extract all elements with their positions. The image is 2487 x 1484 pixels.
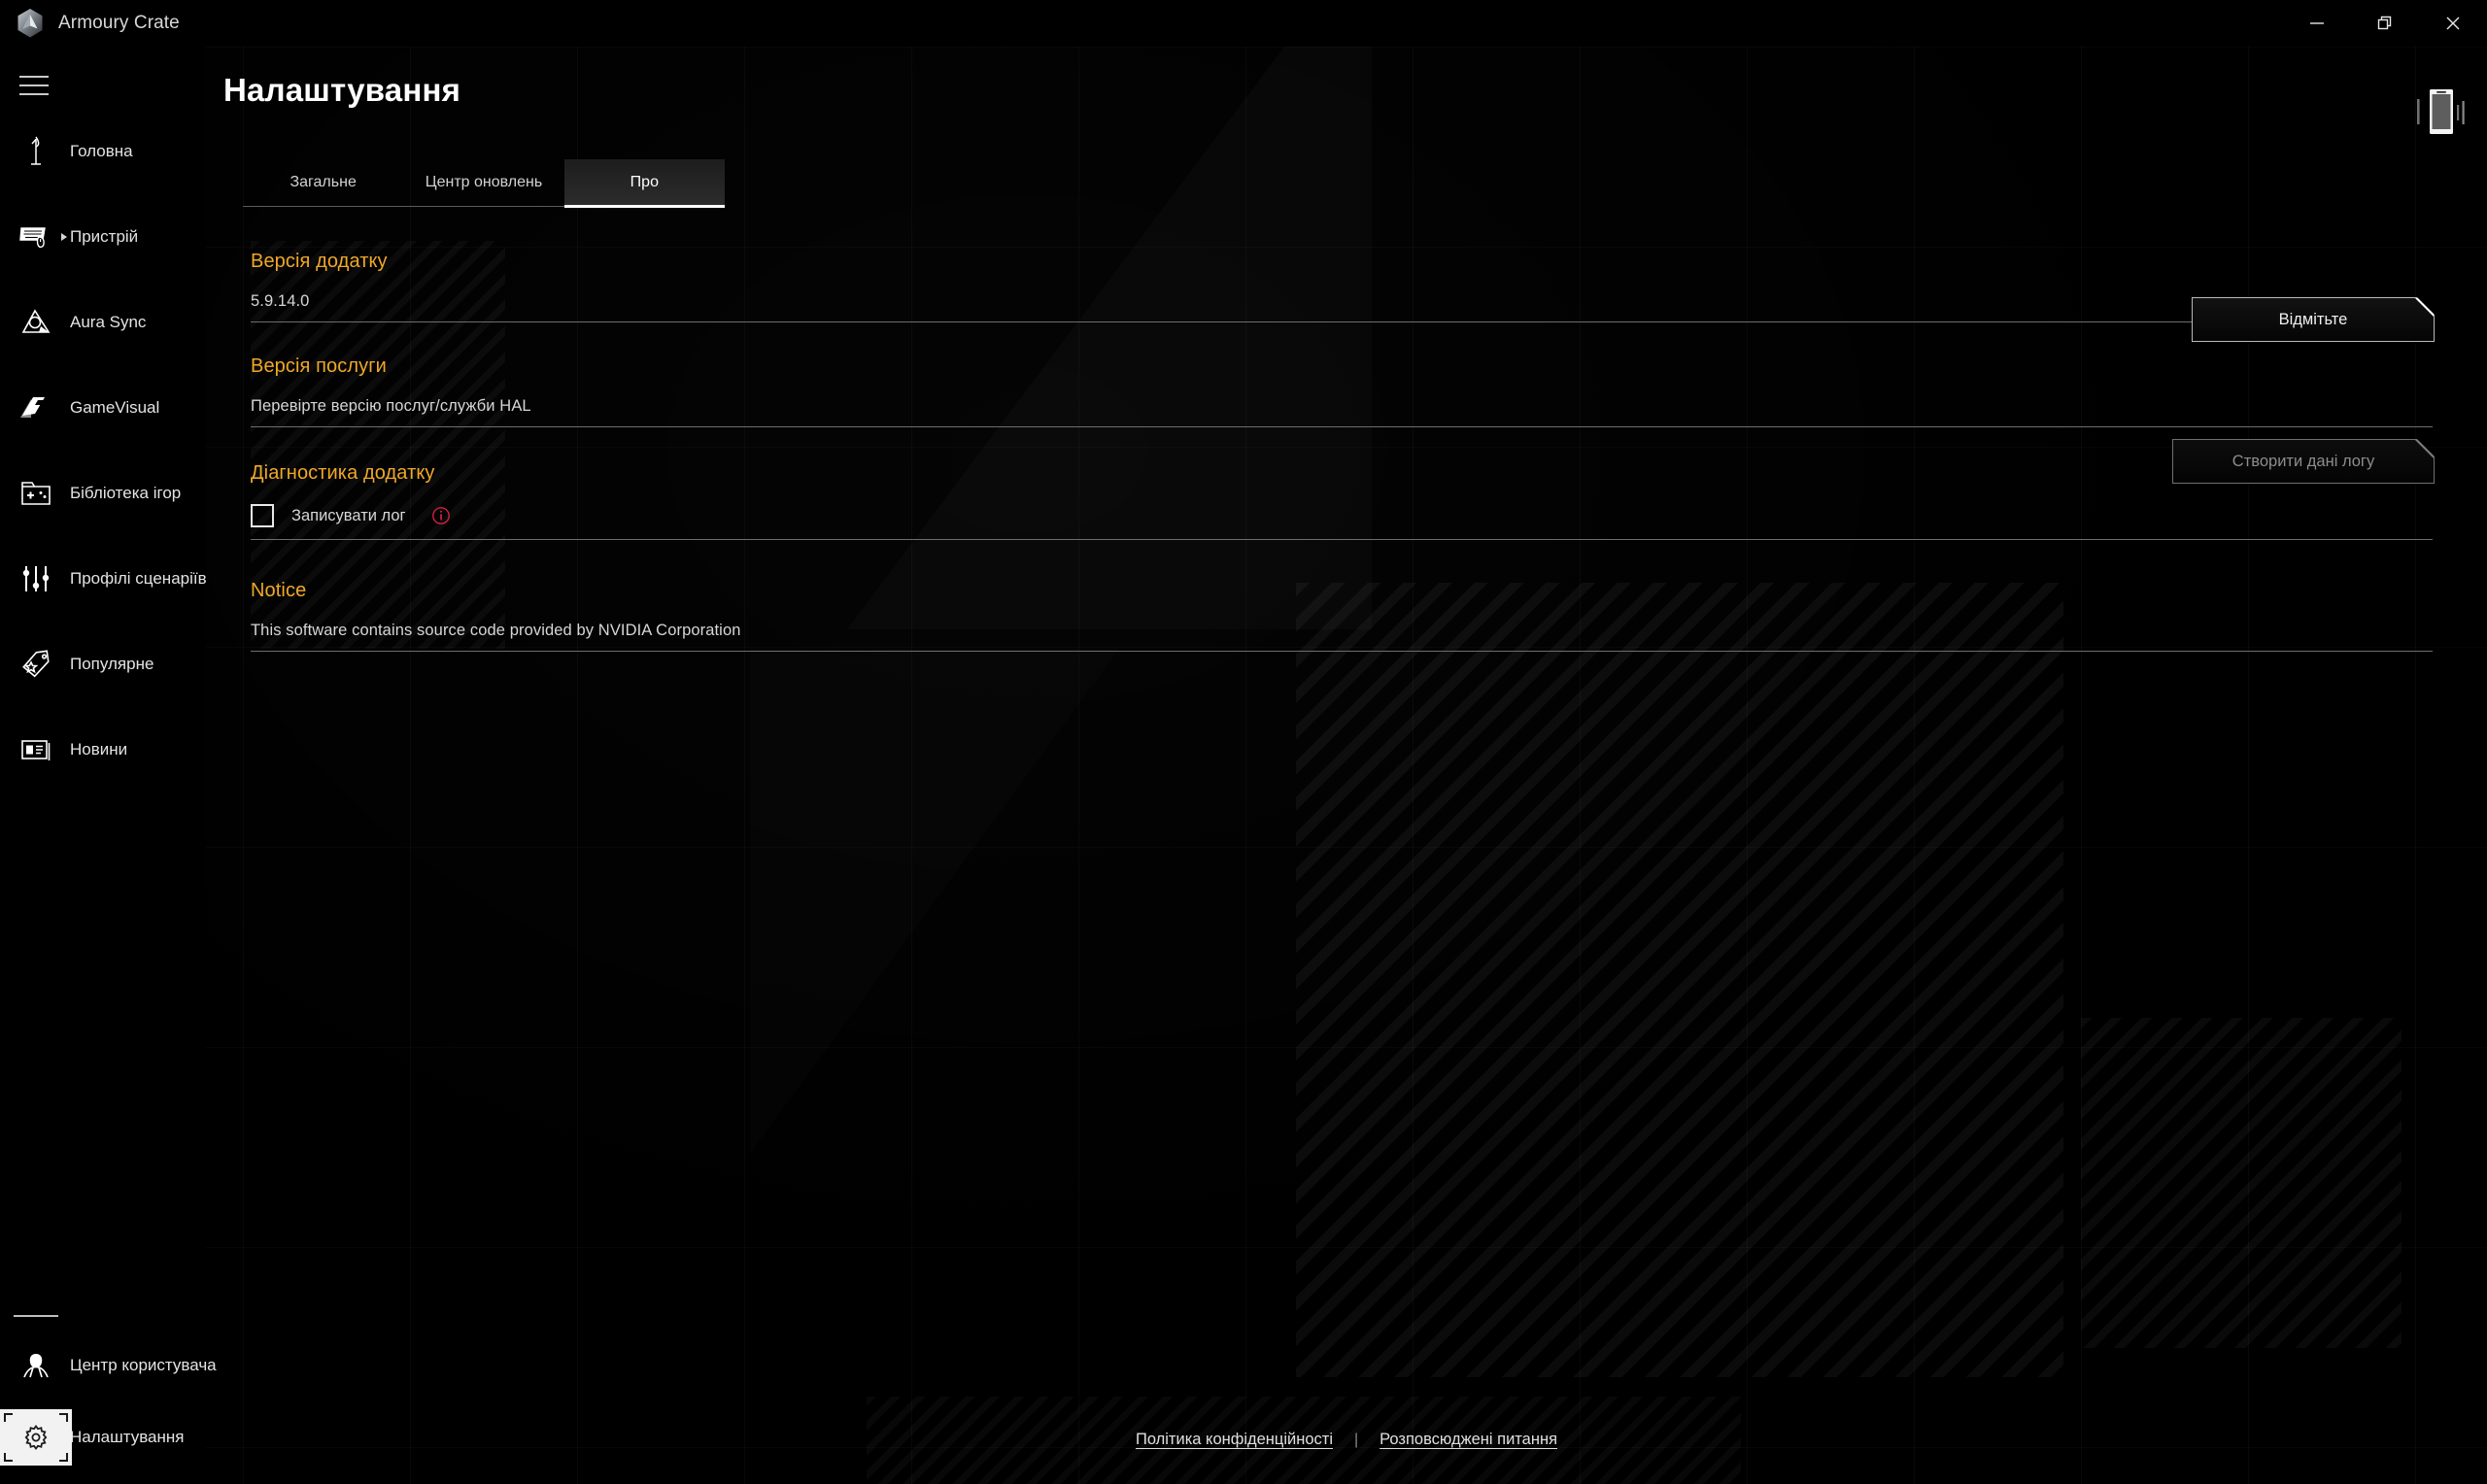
sidebar-item-settings[interactable]: Налаштування [0,1409,206,1466]
armoury-crate-window: Armoury Crate Головна Пристрій Aura Sync… [0,0,2487,1484]
gamevisual-icon [14,395,58,421]
sidebar-bottom-group: Центр користувача Налаштування [0,1315,217,1466]
close-icon[interactable] [2419,0,2487,47]
title-bar: Armoury Crate [0,0,2487,47]
privacy-policy-link[interactable]: Політика конфіденційності [1136,1431,1333,1449]
record-log-label: Записувати лог [291,506,406,524]
faq-link[interactable]: Розповсюджені питання [1380,1431,1557,1449]
sidebar-item-game-library[interactable]: Бібліотека ігор [0,472,206,515]
sidebar-item-scenario-profiles[interactable]: Профілі сценаріїв [0,557,207,600]
sidebar-item-gamevisual[interactable]: GameVisual [0,387,206,429]
restore-icon[interactable] [2351,0,2419,47]
sidebar-item-label: Новини [70,740,128,759]
sidebar-item-home[interactable]: Головна [0,130,206,173]
sidebar-item-popular[interactable]: Популярне [0,643,206,686]
section-notice: Notice This software contains source cod… [251,566,2433,652]
sidebar-item-label: Профілі сценаріїв [70,569,207,588]
sidebar-item-label: Головна [70,142,133,160]
scenario-sliders-icon [14,563,58,594]
about-panel: Версія додатку 5.9.14.0 Версія послуги П… [251,241,2433,652]
service-version-value: Перевірте версію послуг/служби HAL [251,397,531,415]
sidebar-item-label: Aura Sync [70,313,147,331]
sidebar: Головна Пристрій Aura Sync GameVisual Бі… [0,47,217,1484]
section-divider [251,539,2433,540]
user-center-icon [14,1351,58,1380]
footer: Політика конфіденційності | Розповсюджен… [206,1431,2487,1449]
aura-sync-icon [14,308,58,337]
background-diagonal-mid [750,649,1119,1154]
armoury-crate-hex-logo [17,9,43,38]
section-heading: Версія додатку [251,251,388,272]
page-title: Налаштування [223,72,461,108]
home-flame-icon [14,135,58,168]
game-library-icon [14,480,58,507]
notice-text: This software contains source code provi… [251,622,741,639]
tag-star-icon [14,650,58,679]
sidebar-item-label: GameVisual [70,398,160,417]
sidebar-item-aura-sync[interactable]: Aura Sync [0,301,206,344]
chevron-right-icon [61,233,67,241]
news-card-icon [14,737,58,762]
sidebar-item-label: Центр користувача [70,1356,217,1374]
background-hatch-right [2081,1018,2402,1348]
footer-separator: | [1354,1431,1359,1448]
sidebar-item-label: Популярне [70,655,154,673]
main-content: Налаштування Загальне Центр оновлень Про… [206,47,2487,1484]
device-keyboard-mouse-icon [14,223,58,251]
hamburger-icon[interactable] [14,62,60,109]
section-diagnostic: Діагностика додатку Записувати лог [251,449,2433,540]
tab-general[interactable]: Загальне [243,159,403,206]
sidebar-item-user-center[interactable]: Центр користувача [0,1344,217,1387]
window-controls [2283,0,2487,47]
sidebar-nav-list: Головна Пристрій Aura Sync GameVisual Бі… [0,130,207,771]
create-log-data-button[interactable]: Створити дані логу [2172,439,2435,484]
gear-icon [14,1424,58,1451]
check-service-version-button[interactable]: Відмітьте [2192,297,2435,342]
app-version-value: 5.9.14.0 [251,292,310,310]
section-heading: Діагностика додатку [251,462,435,484]
record-log-checkbox[interactable] [251,504,274,527]
settings-tabs: Загальне Центр оновлень Про [243,159,726,208]
mobile-device-icon[interactable] [2405,82,2470,142]
background-hatch-center [1296,583,2063,1377]
record-log-row: Записувати лог [251,485,2433,539]
sidebar-divider [14,1315,58,1317]
section-service-version: Версія послуги Перевірте версію послуг/с… [251,342,2433,427]
section-app-version: Версія додатку 5.9.14.0 [251,241,2433,322]
sidebar-item-device[interactable]: Пристрій [0,216,206,258]
app-title: Armoury Crate [58,13,180,33]
sidebar-item-label: Пристрій [70,227,139,246]
section-divider [251,426,2433,427]
section-heading: Версія послуги [251,355,387,377]
sidebar-item-label: Налаштування [70,1428,185,1446]
minimize-icon[interactable] [2283,0,2351,47]
section-divider [251,321,2433,322]
info-circle-icon[interactable] [431,506,451,525]
sidebar-item-label: Бібліотека ігор [70,484,182,502]
section-divider [251,651,2433,652]
section-heading: Notice [251,580,307,601]
tab-update-center[interactable]: Центр оновлень [403,159,563,206]
sidebar-item-news[interactable]: Новини [0,728,206,771]
tab-about[interactable]: Про [563,159,726,208]
